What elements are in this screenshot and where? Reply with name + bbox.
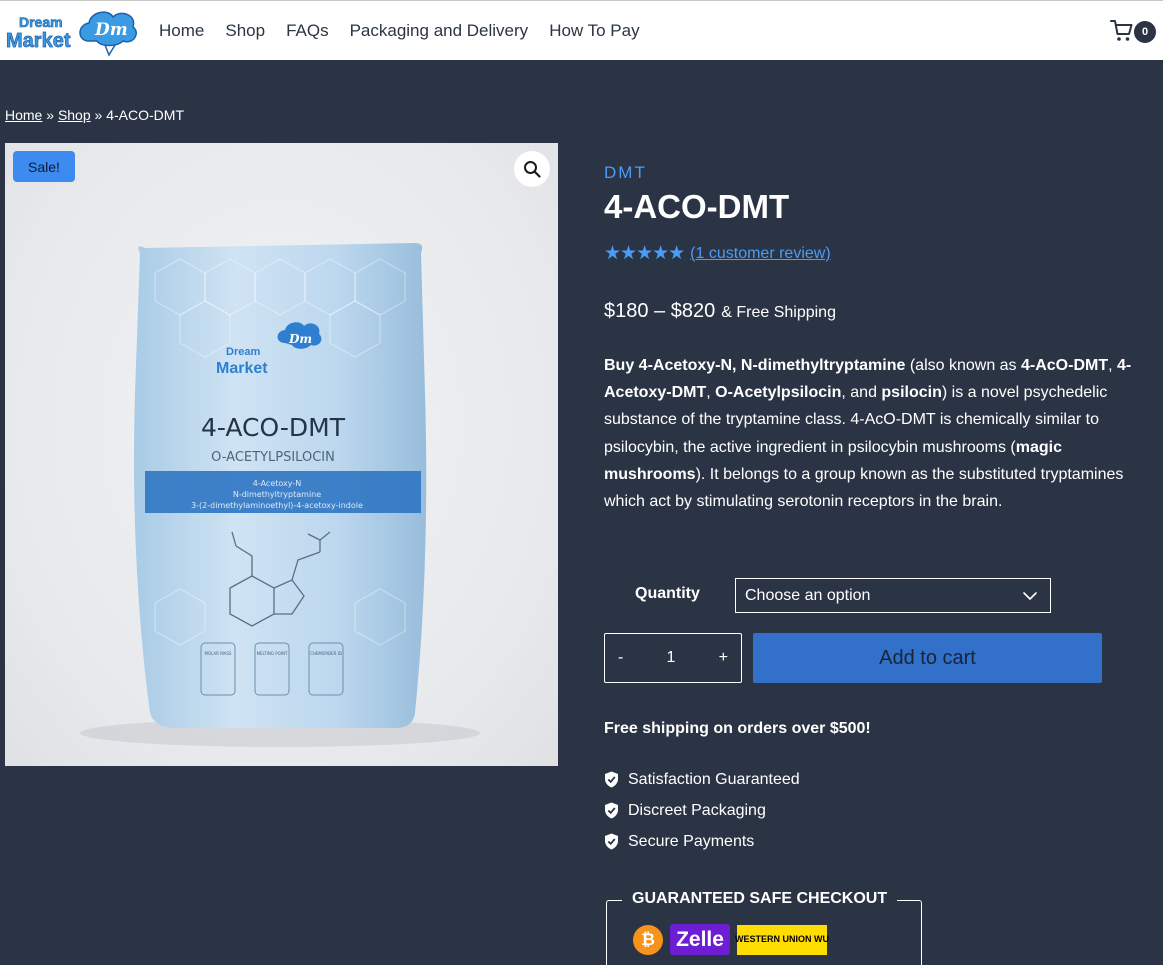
nav-how-to-pay[interactable]: How To Pay	[549, 21, 639, 41]
customer-review-link[interactable]: (1 customer review)	[690, 245, 830, 263]
quantity-increment-button[interactable]: +	[719, 649, 728, 667]
add-to-cart-button[interactable]: Add to cart	[753, 633, 1102, 683]
product-package-image: Dream Market Dm 4-ACO-DMT O-ACETYLPSILOC…	[80, 243, 480, 747]
feature-label: Secure Payments	[628, 832, 755, 850]
package-brand-top: Dream	[226, 346, 260, 358]
list-item: Satisfaction Guaranteed	[604, 764, 800, 795]
shopping-cart-icon	[1110, 20, 1133, 41]
western-union-icon: WESTERN UNION WU	[735, 924, 829, 955]
main-nav: Home Shop FAQs Packaging and Delivery Ho…	[159, 1, 661, 60]
free-shipping-notice: Free shipping on orders over $500!	[604, 720, 871, 737]
magnifier-icon	[524, 161, 541, 178]
zelle-icon: Zelle	[670, 924, 730, 955]
price-range: $180 – $820	[604, 300, 716, 322]
quantity-label: Quantity	[635, 585, 700, 602]
nav-shop[interactable]: Shop	[225, 21, 265, 41]
chevron-down-icon	[1023, 592, 1037, 600]
product-category[interactable]: DMT	[604, 163, 647, 183]
site-logo[interactable]: Dm Dream Market	[5, 5, 140, 57]
list-item: Discreet Packaging	[604, 795, 800, 826]
package-box-chemspider: CHEMSPIDER ID	[310, 651, 342, 656]
bitcoin-icon: ₿	[633, 924, 663, 955]
product-title: 4-ACO-DMT	[604, 188, 790, 225]
feature-label: Discreet Packaging	[628, 801, 766, 819]
product-price: $180 – $820 & Free Shipping	[604, 300, 836, 323]
package-box-molar-mass: MOLAR MASS	[205, 651, 232, 656]
breadcrumb-separator: »	[94, 107, 103, 123]
list-item: Secure Payments	[604, 826, 800, 857]
product-description: Buy 4-Acetoxy-N, N-dimethyltryptamine (a…	[604, 357, 1132, 511]
breadcrumb-current: 4-ACO-DMT	[106, 107, 184, 123]
star-rating-icon: ★★★★★	[604, 243, 685, 264]
shield-check-icon	[605, 771, 618, 788]
shield-check-icon	[605, 833, 618, 850]
quantity-option-select[interactable]: Choose an option	[735, 578, 1051, 613]
package-band-line1: 4-Acetoxy-N	[253, 479, 301, 488]
package-subtitle: O-ACETYLPSILOCIN	[211, 450, 335, 465]
logo-mark: Dm	[94, 20, 128, 40]
package-band-line2: N-dimethyltryptamine	[233, 490, 321, 499]
price-suffix: & Free Shipping	[721, 304, 836, 321]
cart-button[interactable]: 0	[1110, 19, 1158, 47]
quantity-stepper: - 1 +	[604, 633, 742, 683]
logo-text-bottom: Market	[6, 30, 71, 52]
package-product-name: 4-ACO-DMT	[201, 413, 346, 442]
shield-check-icon	[605, 802, 618, 819]
nav-packaging-delivery[interactable]: Packaging and Delivery	[350, 21, 529, 41]
package-brand-bottom: Market	[216, 360, 268, 377]
nav-faqs[interactable]: FAQs	[286, 21, 329, 41]
select-value: Choose an option	[745, 586, 871, 604]
package-band-line3: 3-(2-dimethylaminoethyl)-4-acetoxy-indol…	[191, 501, 363, 510]
product-image[interactable]: Dream Market Dm 4-ACO-DMT O-ACETYLPSILOC…	[5, 143, 558, 766]
zoom-button[interactable]	[514, 151, 550, 187]
feature-list: Satisfaction Guaranteed Discreet Packagi…	[604, 764, 800, 857]
site-header: Dm Dream Market Home Shop FAQs Packaging…	[0, 1, 1163, 60]
safe-checkout-title: GUARANTEED SAFE CHECKOUT	[622, 890, 898, 908]
breadcrumb-home[interactable]: Home	[5, 107, 42, 123]
feature-label: Satisfaction Guaranteed	[628, 770, 800, 788]
sale-badge: Sale!	[13, 151, 75, 182]
quantity-input[interactable]: 1	[667, 649, 676, 667]
breadcrumb: Home » Shop » 4-ACO-DMT	[5, 107, 184, 123]
package-box-melting-point: MELTING POINT	[257, 651, 288, 656]
product-rating: ★★★★★ (1 customer review)	[604, 242, 831, 265]
package-logo-mark: Dm	[288, 332, 312, 346]
nav-home[interactable]: Home	[159, 21, 204, 41]
cart-count-badge: 0	[1134, 21, 1156, 43]
logo-text-top: Dream	[19, 14, 63, 30]
payment-methods: ₿ Zelle WESTERN UNION WU	[633, 924, 829, 955]
quantity-decrement-button[interactable]: -	[618, 649, 623, 667]
breadcrumb-separator: »	[46, 107, 55, 123]
breadcrumb-shop[interactable]: Shop	[58, 107, 91, 123]
